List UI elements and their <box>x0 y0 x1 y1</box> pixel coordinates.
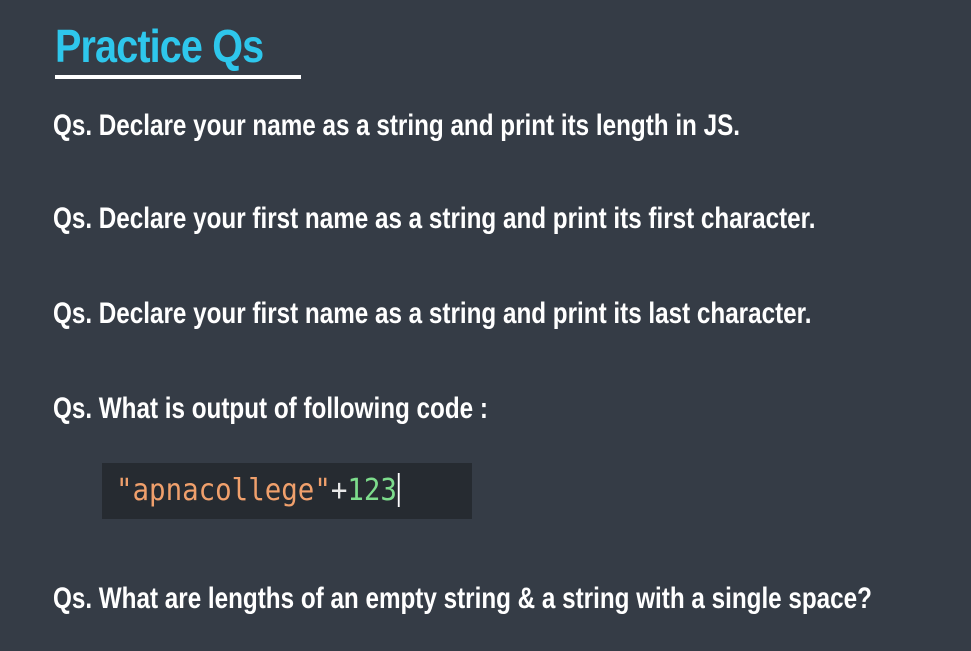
question-3: Qs. Declare your first name as a string … <box>53 297 812 330</box>
title-underline <box>55 75 301 79</box>
question-2: Qs. Declare your first name as a string … <box>53 202 816 235</box>
code-string-literal: "apnacollege" <box>116 473 331 508</box>
question-5: Qs. What are lengths of an empty string … <box>53 582 872 615</box>
question-1: Qs. Declare your name as a string and pr… <box>53 109 740 142</box>
slide: Practice Qs Qs. Declare your name as a s… <box>0 0 971 651</box>
slide-title: Practice Qs <box>55 20 264 72</box>
question-4: Qs. What is output of following code : <box>53 392 488 425</box>
text-cursor <box>397 473 400 507</box>
code-line: "apnacollege"+123 <box>116 472 400 510</box>
code-number-literal: 123 <box>347 473 397 508</box>
code-block: "apnacollege"+123 <box>102 463 472 519</box>
code-operator: + <box>330 473 348 508</box>
